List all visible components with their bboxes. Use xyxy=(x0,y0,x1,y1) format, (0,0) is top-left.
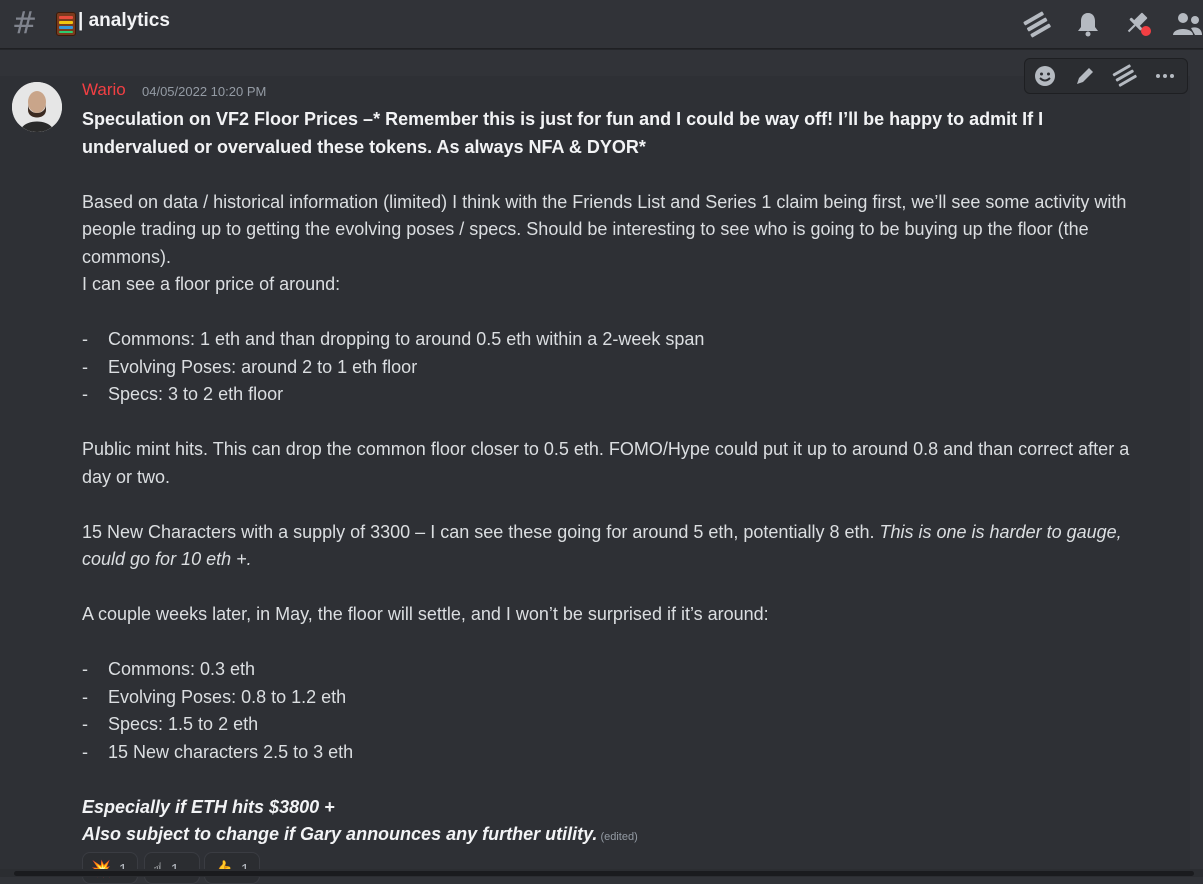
list-item: - Evolving Poses: around 2 to 1 eth floor xyxy=(82,354,1142,382)
reaction-point-up[interactable]: ☝ 1 xyxy=(144,852,200,884)
message-hover-toolbar xyxy=(1024,58,1188,94)
list-dash: - xyxy=(82,356,88,377)
channel-hash-icon: # xyxy=(12,6,38,41)
list-item: - Specs: 1.5 to 2 eth xyxy=(82,711,1142,739)
list-dash: - xyxy=(82,741,88,762)
threads-icon[interactable] xyxy=(1023,10,1053,38)
list-dash: - xyxy=(82,329,88,349)
reaction-collision[interactable]: 💥 1 xyxy=(82,852,138,884)
more-icon[interactable] xyxy=(1151,62,1179,90)
message-paragraph: 15 New Characters with a supply of 3300 … xyxy=(82,521,1122,570)
closing-line: Also subject to change if Gary announces… xyxy=(82,824,638,844)
message-timestamp: 04/05/2022 10:20 PM xyxy=(142,84,267,99)
bell-icon[interactable] xyxy=(1073,10,1103,38)
list-dash: - xyxy=(82,659,88,679)
list-item: - Commons: 1 eth and than dropping to aro… xyxy=(82,326,1142,354)
message-paragraph: A couple weeks later, in May, the floor … xyxy=(82,604,769,624)
scrollbar-thumb[interactable] xyxy=(14,871,1194,876)
members-icon[interactable] xyxy=(1171,10,1202,38)
list-dash: - xyxy=(82,714,88,734)
list-item: - Specs: 3 to 2 eth floor xyxy=(82,381,1142,409)
edited-tag: (edited) xyxy=(600,831,638,843)
horizontal-scrollbar[interactable] xyxy=(0,869,1203,877)
message-paragraph: I can see a floor price of around: xyxy=(82,274,341,294)
channel-header: # | analytics xyxy=(0,0,1203,49)
list-item: -15 New characters 2.5 to 3 eth xyxy=(82,739,1142,767)
message-content: Speculation on VF2 Floor Prices –* Remem… xyxy=(82,106,1142,852)
abacus-emoji-icon xyxy=(56,12,76,36)
message-title: Speculation on VF2 Floor Prices –* Remem… xyxy=(82,109,1044,157)
closing-line: Especially if ETH hits $3800 + xyxy=(82,796,335,817)
add-reaction-icon[interactable] xyxy=(1031,62,1059,90)
message-paragraph: Public mint hits. This can drop the comm… xyxy=(82,439,1130,487)
list-item: - Commons: 0.3 eth xyxy=(82,656,1142,684)
channel-name: | analytics xyxy=(78,10,170,31)
list-dash: - xyxy=(82,384,88,404)
message-paragraph: Based on data / historical information (… xyxy=(82,191,1127,267)
message-author[interactable]: Wario xyxy=(82,80,126,100)
edit-icon[interactable] xyxy=(1071,62,1099,90)
avatar[interactable] xyxy=(12,82,62,132)
pin-icon[interactable] xyxy=(1123,10,1153,38)
create-thread-icon[interactable] xyxy=(1111,62,1139,90)
list-item: - Evolving Poses: 0.8 to 1.2 eth xyxy=(82,684,1142,712)
reaction-thumbs-up[interactable]: 👍 1 xyxy=(204,852,260,884)
list-dash: - xyxy=(82,686,88,707)
